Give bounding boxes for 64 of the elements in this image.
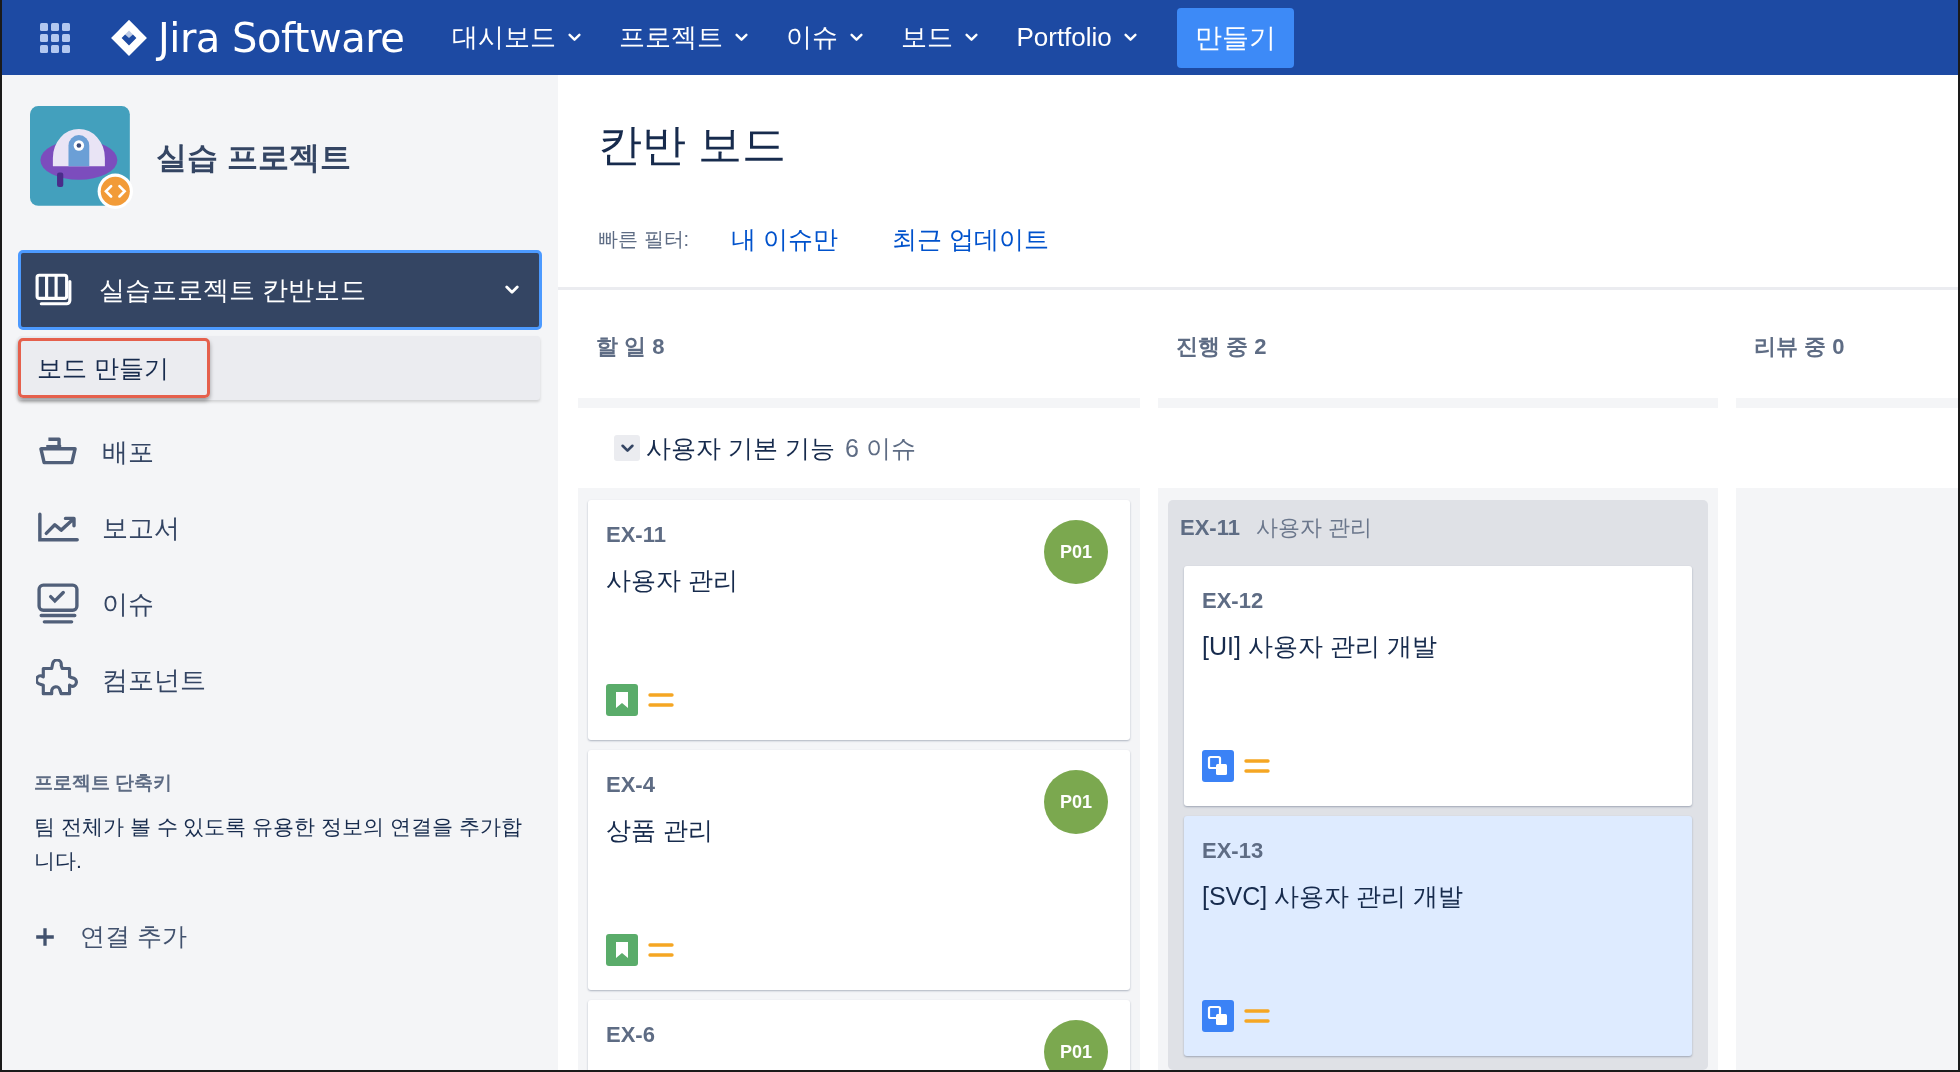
board-icon (35, 273, 73, 307)
bookmark-icon (606, 684, 638, 716)
shortcuts-description: 팀 전체가 볼 수 있도록 유용한 정보의 연결을 추가합니다. (34, 814, 523, 874)
chevron-down-icon (505, 285, 519, 295)
issue-key: EX-12 (1202, 588, 1437, 614)
add-link[interactable]: 연결 추가 (34, 920, 538, 953)
nav-menu[interactable]: 이슈 (786, 20, 864, 55)
parent-issue-title: 사용자 관리 (1255, 514, 1373, 542)
board-selector[interactable]: 실습프로젝트 칸반보드 (18, 250, 542, 330)
priority-medium-icon (648, 941, 674, 959)
column-header: 할 일 8 (596, 333, 666, 361)
issue-key: EX-11 (606, 522, 738, 548)
quick-filter-link[interactable]: 내 이슈만 (731, 222, 839, 256)
issue-list-icon (36, 583, 80, 625)
project-name: 실습 프로젝트 (156, 139, 351, 177)
plus-icon (34, 925, 56, 948)
sidebar-link[interactable]: 컴포넌트 (2, 642, 558, 718)
issue-title: 상품 관리 (606, 815, 713, 846)
swimlane-count: 6 이슈 (844, 432, 916, 464)
sidebar-link[interactable]: 배포 (2, 414, 558, 490)
chart-icon (36, 512, 80, 544)
priority-medium-icon (1244, 757, 1270, 775)
chevron-down-icon (735, 33, 749, 42)
quick-filter-link[interactable]: 최근 업데이트 (892, 222, 1050, 256)
page-title: 칸반 보드 (598, 119, 788, 171)
app-grid-icon[interactable] (40, 22, 70, 53)
product-name[interactable]: Jira Software (158, 14, 405, 61)
nav-menu[interactable]: 프로젝트 (619, 20, 749, 55)
issue-card[interactable]: EX-13 [SVC] 사용자 관리 개발 (1184, 816, 1692, 1056)
sidebar-link[interactable]: 보고서 (2, 490, 558, 566)
issue-card[interactable]: EX-12 [UI] 사용자 관리 개발 (1184, 566, 1692, 806)
chevron-down-icon (1123, 33, 1137, 42)
column-header: 진행 중 2 (1176, 333, 1268, 361)
issue-title: [SVC] 사용자 관리 개발 (1202, 881, 1464, 912)
section-heading: 프로젝트 단축키 (34, 771, 174, 795)
subtask-icon (1202, 750, 1234, 782)
nav-menu[interactable]: 보드 (901, 20, 979, 55)
nav-menu[interactable]: Portfolio (1016, 22, 1137, 53)
chevron-down-icon (965, 33, 979, 42)
swimlane-title: 사용자 기본 기능 (646, 432, 835, 464)
chevron-down-icon (850, 33, 864, 42)
column-header: 리뷰 중 0 (1754, 333, 1846, 361)
project-avatar-icon (30, 106, 134, 210)
issue-card[interactable]: EX-6 P01 (588, 1000, 1130, 1070)
issue-card[interactable]: EX-11 사용자 관리 P01 (588, 500, 1130, 740)
priority-medium-icon (1244, 1007, 1270, 1025)
issue-key: EX-4 (606, 772, 713, 798)
issue-key: EX-6 (606, 1022, 655, 1048)
nav-menu[interactable]: 대시보드 (452, 20, 582, 55)
issue-title: 사용자 관리 (606, 565, 738, 596)
subtask-icon (1202, 1000, 1234, 1032)
issue-card[interactable]: EX-4 상품 관리 P01 (588, 750, 1130, 990)
issue-title: [UI] 사용자 관리 개발 (1202, 631, 1437, 662)
chevron-down-icon (568, 33, 582, 42)
bookmark-icon (606, 934, 638, 966)
chevron-down-icon (620, 443, 634, 453)
swimlane-toggle[interactable] (614, 435, 640, 461)
jira-logo-icon (110, 18, 148, 57)
menu-item[interactable]: 보드 만들기 (18, 338, 210, 398)
priority-medium-icon (648, 691, 674, 709)
sidebar-link[interactable]: 이슈 (2, 566, 558, 642)
quick-filters-label: 빠른 필터: (598, 226, 690, 252)
parent-issue-key: EX-11 (1180, 515, 1240, 541)
issue-key: EX-13 (1202, 838, 1464, 864)
